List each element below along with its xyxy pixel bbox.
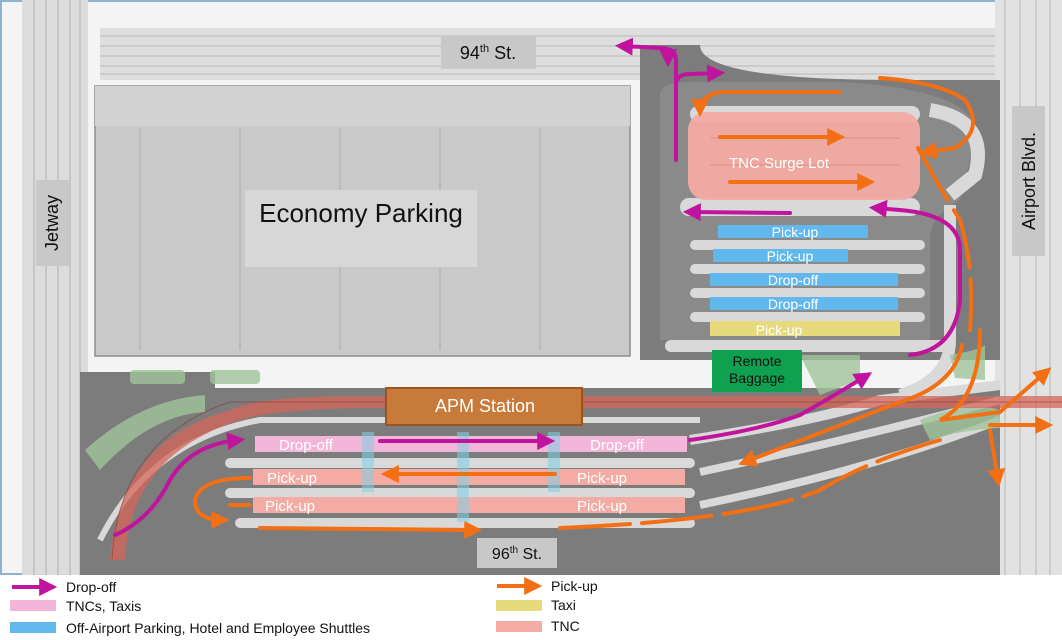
legend-tnc-swatch <box>496 621 542 632</box>
curb-zone-east-label: Pick-up <box>756 322 803 338</box>
curb-zone-east-label: Pick-up <box>772 224 819 240</box>
legend-shuttles-label: Off-Airport Parking, Hotel and Employee … <box>66 620 370 636</box>
curb-zone-south-label-right: Pick-up <box>577 498 627 515</box>
jetway-label: Jetway <box>42 195 62 251</box>
legend-taxi-swatch <box>496 600 542 611</box>
curb-zone-south-label-left: Drop-off <box>279 437 334 454</box>
legend-pickup-label: Pick-up <box>551 578 598 594</box>
curb-zone-south-label-left: Pick-up <box>265 498 315 515</box>
curb-zone-south-label-right: Pick-up <box>577 470 627 487</box>
curb-zone-south-label-right: Drop-off <box>590 437 645 454</box>
curb-zone-south-label-left: Pick-up <box>267 470 317 487</box>
tnc-surge-lot-label: TNC Surge Lot <box>729 155 830 172</box>
legend-tnc-taxis-label: TNCs, Taxis <box>66 598 141 614</box>
apm-station-label: APM Station <box>435 396 535 416</box>
pickup-arrow <box>258 520 483 539</box>
curb-zone-east-label: Drop-off <box>768 296 818 312</box>
dropoff-arrow <box>682 203 792 222</box>
curb-zone-east-label: Pick-up <box>767 248 814 264</box>
legend-dropoff-label: Drop-off <box>66 579 116 595</box>
legend-shuttles-swatch <box>10 622 56 633</box>
curb-zone-east-label: Drop-off <box>768 272 818 288</box>
legend-taxi-label: Taxi <box>551 597 576 613</box>
road-jetway <box>22 0 88 575</box>
site-map: APM Station Remote Baggage TNC Surge Lot… <box>0 0 1062 640</box>
legend-tnc-label: TNC <box>551 618 580 634</box>
curb-zone-east <box>710 321 900 336</box>
economy-parking-label: Economy Parking <box>259 198 463 228</box>
legend-tnc-taxis-swatch <box>10 600 56 611</box>
airport-blvd-label: Airport Blvd. <box>1019 132 1039 230</box>
remote-baggage-label-1: Remote <box>732 353 781 369</box>
remote-baggage-label-2: Baggage <box>729 370 785 386</box>
